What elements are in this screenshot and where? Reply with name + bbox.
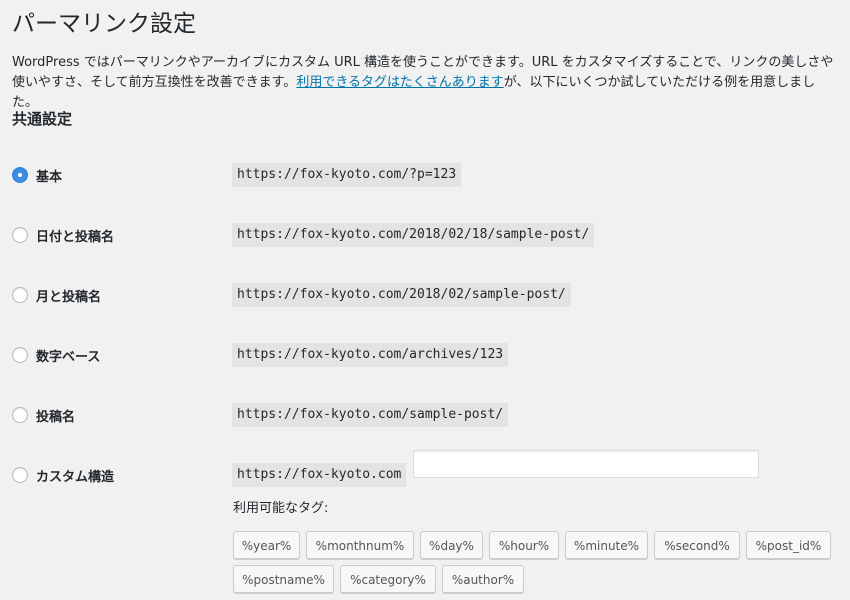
option-numeric[interactable]: 数字ベース https://fox-kyoto.com/archives/123 [12,343,842,367]
option-post-name[interactable]: 投稿名 https://fox-kyoto.com/sample-post/ [12,403,842,427]
radio-basic[interactable] [12,167,28,183]
page-title: パーマリンク設定 [12,11,196,37]
tag-button-monthnum[interactable]: %monthnum% [306,531,414,559]
available-tags-link[interactable]: 利用できるタグはたくさんあります [296,75,503,90]
tag-button-post-id[interactable]: %post_id% [746,531,831,559]
tag-button-hour[interactable]: %hour% [489,531,559,559]
tag-button-day[interactable]: %day% [420,531,483,559]
section-title-common-settings: 共通設定 [12,110,73,128]
example-url-numeric: https://fox-kyoto.com/archives/123 [232,343,509,367]
radio-day-and-name[interactable] [12,227,28,243]
option-month-and-name[interactable]: 月と投稿名 https://fox-kyoto.com/2018/02/samp… [12,283,842,307]
custom-structure-prefix: https://fox-kyoto.com [232,463,407,487]
custom-structure-input[interactable] [413,450,759,478]
option-label-numeric: 数字ベース [36,350,101,365]
tag-button-year[interactable]: %year% [233,531,300,559]
option-label-custom-structure: カスタム構造 [36,470,115,485]
example-url-month-and-name: https://fox-kyoto.com/2018/02/sample-pos… [232,283,571,307]
tag-button-minute[interactable]: %minute% [565,531,648,559]
page-description: WordPress ではパーマリンクやアーカイブにカスタム URL 構造を使うこ… [12,53,840,113]
available-tags-label: 利用可能なタグ: [233,501,329,516]
radio-numeric[interactable] [12,347,28,363]
tag-button-second[interactable]: %second% [654,531,740,559]
example-url-day-and-name: https://fox-kyoto.com/2018/02/18/sample-… [232,223,595,247]
option-label-month-and-name: 月と投稿名 [36,290,102,305]
radio-month-and-name[interactable] [12,287,28,303]
option-custom-structure[interactable]: カスタム構造 https://fox-kyoto.com [12,450,842,487]
tag-button-category[interactable]: %category% [340,565,436,593]
tag-button-postname[interactable]: %postname% [233,565,334,593]
option-label-post-name: 投稿名 [36,410,76,425]
example-url-basic: https://fox-kyoto.com/?p=123 [232,163,462,187]
tag-button-author[interactable]: %author% [442,565,524,593]
option-label-basic: 基本 [36,170,63,185]
option-label-day-and-name: 日付と投稿名 [36,230,115,245]
radio-post-name[interactable] [12,407,28,423]
option-day-and-name[interactable]: 日付と投稿名 https://fox-kyoto.com/2018/02/18/… [12,223,842,247]
option-basic[interactable]: 基本 https://fox-kyoto.com/?p=123 [12,163,842,187]
radio-custom-structure[interactable] [12,467,28,483]
example-url-post-name: https://fox-kyoto.com/sample-post/ [232,403,509,427]
